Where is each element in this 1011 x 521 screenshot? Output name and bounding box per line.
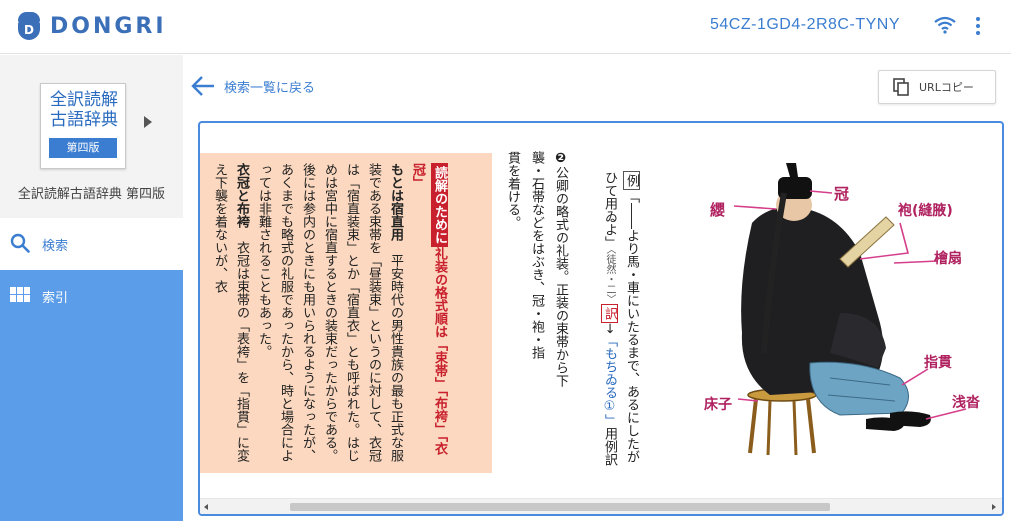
label-asagutsu: 浅沓: [952, 394, 981, 411]
translation-arrow: →: [602, 323, 617, 334]
scrollbar-thumb[interactable]: [290, 503, 830, 511]
dongri-logo[interactable]: D DONGRI: [16, 12, 167, 40]
label-kanmuri: 冠: [834, 185, 849, 203]
url-copy-label: URLコピー: [919, 81, 974, 94]
label-ei: 纓: [710, 201, 725, 219]
label-shouji: 床子: [704, 396, 732, 413]
url-copy-button[interactable]: URLコピー: [878, 70, 996, 104]
ikan-costume-illustration: 纓 冠 袍(縫腋) 檜扇 指貫 床子 浅沓: [704, 163, 981, 456]
entry-definition: ❷公卿の略式の礼装。正装の束帯から下 襲・石帯などをはぶき、冠・袍・指 貫を着け…: [500, 151, 572, 471]
reading-note-box: 読解のために礼装の格式順は「束帯」「布袴」「衣冠」 もとは宿直用 平安時代の男性…: [200, 153, 492, 473]
kebab-menu-icon[interactable]: [975, 17, 981, 35]
translation-suffix: 用例訳: [602, 426, 617, 466]
book-cover[interactable]: 全訳読解 古語辞典 第四版: [40, 83, 126, 169]
translation-link[interactable]: 「もちゐる①」: [602, 334, 617, 427]
example-label: 例: [623, 171, 640, 190]
label-hiougi: 檜扇: [934, 250, 962, 267]
label-sashinuki: 指貫: [924, 354, 952, 371]
sidebar-item-search[interactable]: 検索: [0, 218, 183, 270]
copy-icon: [893, 78, 909, 96]
scroll-right-icon[interactable]: [992, 504, 996, 510]
sashinuki-drawing: [809, 361, 909, 416]
search-icon: [10, 233, 30, 253]
reading-note-text: 読解のために礼装の格式順は「束帯」「布袴」「衣冠」 もとは宿直用 平安時代の男性…: [208, 163, 450, 463]
sidebar-item-label: 検索: [42, 239, 69, 254]
scroll-left-icon[interactable]: [204, 504, 208, 510]
note-p1-heading: もとは宿直用: [388, 163, 403, 241]
back-to-results-link[interactable]: 検索一覧に戻る: [190, 74, 315, 98]
wifi-icon[interactable]: [934, 16, 956, 34]
arrow-left-icon: [191, 76, 214, 96]
app-header: D DONGRI 54CZ-1GD4-2R8C-TYNY: [0, 0, 1011, 54]
example-block: 例「――より馬・車にいたるまで、あるにしたがひて用ゐよ」〈徒然・二〉訳→「もちゐ…: [598, 171, 642, 471]
book-cover-edition: 第四版: [49, 138, 117, 158]
grid-icon: [10, 287, 30, 303]
reading-note-tag: 読解のために: [431, 163, 448, 247]
example-source: 〈徒然・二〉: [604, 249, 615, 304]
horizontal-scrollbar[interactable]: [200, 498, 1002, 514]
back-link-label: 検索一覧に戻る: [224, 80, 316, 96]
definition-line-2: 襲・石帯などをはぶき、冠・袍・指: [529, 151, 544, 359]
sidebar: 全訳読解 古語辞典 第四版 全訳読解古語辞典 第四版 検索 索引: [0, 55, 183, 521]
logo-badge-icon: D: [16, 12, 42, 40]
entry-content-panel[interactable]: 読解のために礼装の格式順は「束帯」「布袴」「衣冠」 もとは宿直用 平安時代の男性…: [198, 121, 1004, 516]
note-p2-heading: 衣冠と布袴: [234, 163, 249, 228]
book-cover-title: 全訳読解 古語辞典: [50, 90, 118, 130]
sidebar-item-index[interactable]: 索引: [0, 270, 183, 322]
logo-text: DONGRI: [50, 13, 167, 39]
sense-marker: ❷: [553, 151, 568, 166]
label-hou: 袍(縫腋): [897, 202, 953, 219]
translation-label: 訳: [601, 304, 618, 323]
book-name: 全訳読解古語辞典 第四版: [17, 187, 166, 202]
device-id: 54CZ-1GD4-2R8C-TYNY: [710, 16, 900, 33]
stool-drawing: [747, 388, 817, 456]
sidebar-item-label: 索引: [42, 291, 69, 306]
play-arrow-icon[interactable]: [144, 116, 152, 128]
definition-line-1: 公卿の略式の礼装。正装の束帯から下: [553, 166, 568, 387]
definition-line-3: 貫を着ける。: [505, 151, 520, 229]
note-p1-text: 平安時代の男性貴族の最も正式な服装である束帯を「昼装束」というのに対して、衣冠は…: [256, 163, 403, 462]
dictionary-book-panel[interactable]: 全訳読解 古語辞典 第四版 全訳読解古語辞典 第四版: [0, 55, 183, 218]
